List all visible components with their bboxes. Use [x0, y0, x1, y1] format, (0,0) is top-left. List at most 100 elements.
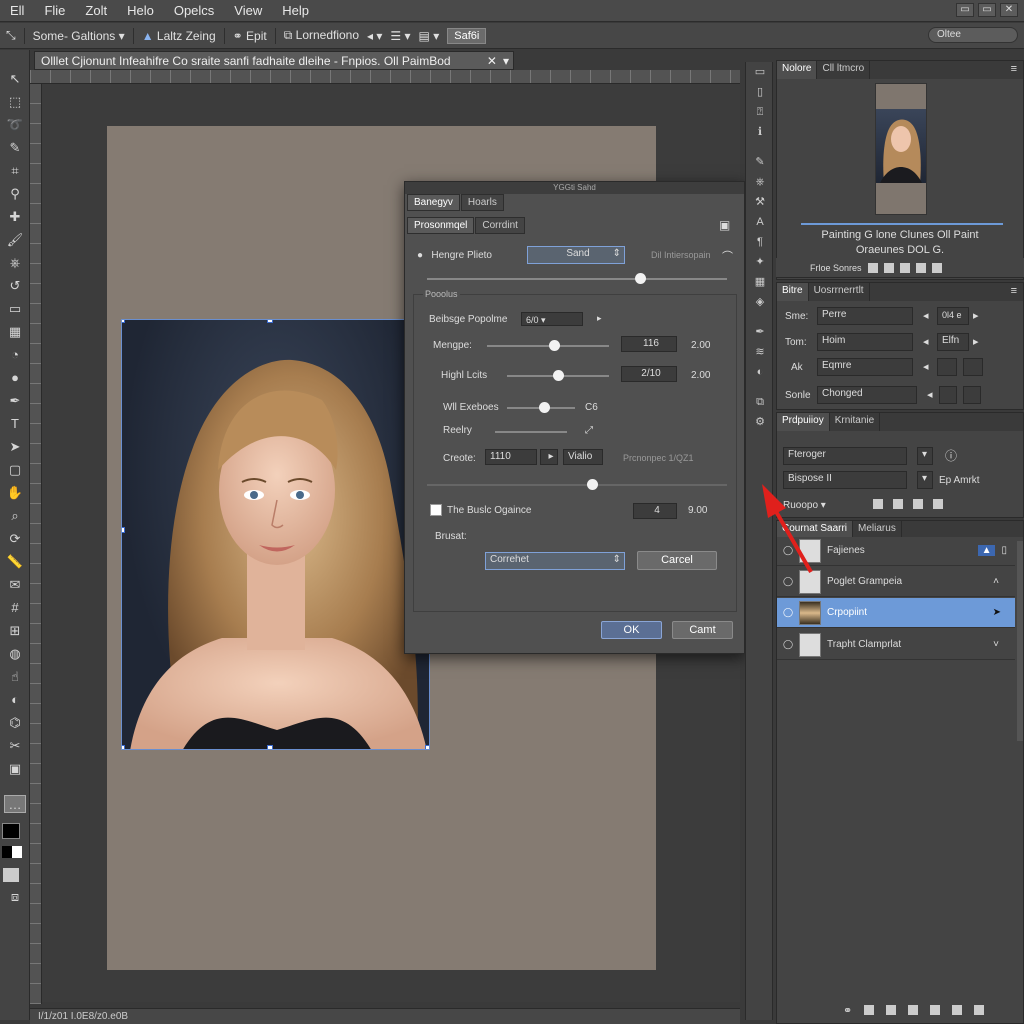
buslc-checkbox[interactable] [430, 504, 442, 516]
ak-swatch[interactable] [937, 358, 957, 376]
arrow-left-icon[interactable]: ◂ ▾ [367, 29, 382, 43]
folder-icon[interactable] [893, 499, 903, 509]
eraser-icon[interactable]: ▭ [4, 300, 26, 318]
copy-icon[interactable] [913, 499, 923, 509]
blend-select[interactable]: 6/0 ▾ [521, 312, 583, 326]
scale-swatch-2[interactable] [963, 386, 981, 404]
count-icon[interactable]: # [4, 599, 26, 617]
paragraph-icon[interactable]: ¶ [752, 234, 768, 250]
shape-icon[interactable]: ▢ [4, 461, 26, 479]
subtab-preset[interactable]: Prosonmqel [407, 217, 475, 234]
transform-handle[interactable] [122, 320, 125, 323]
menu-help-1[interactable]: Helo [117, 3, 164, 18]
gradient-icon[interactable]: ▦ [4, 323, 26, 341]
tab-character[interactable]: Bitre [777, 283, 809, 301]
create-extra[interactable]: Vialio [563, 449, 603, 465]
transform-handle[interactable] [267, 745, 273, 749]
libraries-icon[interactable]: ⧉ [752, 394, 768, 410]
arrow-icon[interactable]: ▸ [973, 309, 979, 322]
patch-icon[interactable]: ⌬ [4, 714, 26, 732]
menu-file[interactable]: Flie [34, 3, 75, 18]
default-colors-icon[interactable] [2, 846, 12, 858]
properties-select-1[interactable]: Fteroger [783, 447, 907, 465]
save-icon[interactable]: ▣ [719, 218, 730, 232]
fit-icon[interactable] [899, 262, 910, 273]
play-icon[interactable]: ▸ [597, 313, 602, 324]
expand-icon[interactable]: ⤢ [585, 425, 593, 436]
arrow-icon[interactable]: ◂ [923, 360, 929, 373]
healing-icon[interactable]: ✚ [4, 208, 26, 226]
wall-slider[interactable] [507, 402, 575, 413]
type-icon[interactable]: T [4, 415, 26, 433]
portrait-image[interactable] [121, 319, 430, 750]
group-icon[interactable] [930, 1005, 941, 1015]
burn-icon[interactable]: ◐ [4, 691, 26, 709]
marquee-icon[interactable]: ⬚ [4, 93, 26, 111]
tab-banegyv[interactable]: Banegyv [407, 194, 460, 211]
path-select-icon[interactable]: ➤ [4, 438, 26, 456]
slider-knob[interactable] [587, 479, 598, 490]
arrow-icon[interactable]: ◂ [927, 388, 933, 401]
close-tab-icon[interactable]: ✕ [481, 54, 503, 68]
rotate-icon[interactable]: ⟳ [4, 530, 26, 548]
scale-select[interactable]: Chonged [817, 386, 917, 404]
zoom-out-icon[interactable] [867, 262, 878, 273]
brush-icon[interactable]: 🖌 [4, 231, 26, 249]
transform-handle[interactable] [122, 527, 125, 533]
slider-knob[interactable] [635, 273, 646, 284]
glyphs-icon[interactable]: ✦ [752, 254, 768, 270]
add-mask-icon[interactable] [886, 1005, 897, 1015]
note-icon[interactable]: ✉ [4, 576, 26, 594]
transform-handle[interactable] [267, 320, 273, 323]
tool-presets-icon[interactable]: ⚒ [752, 194, 768, 210]
menu-edit[interactable]: Zolt [75, 3, 117, 18]
navigator-icon[interactable]: ⍰ [752, 104, 768, 120]
ruler-icon[interactable]: 📏 [4, 553, 26, 571]
info-circle-icon[interactable]: ⓘ [945, 447, 957, 464]
new-layer-icon[interactable] [952, 1005, 963, 1015]
triangle-icon[interactable]: ▲ [977, 545, 996, 556]
tone-select[interactable]: Hoim [817, 333, 913, 351]
distribute-icon[interactable]: ▤ ▾ [419, 29, 440, 43]
secondary-slider[interactable] [427, 479, 727, 490]
link-layers-icon[interactable]: ⚭ [843, 1004, 852, 1017]
sponge-icon[interactable]: ◍ [4, 645, 26, 663]
new-fill-icon[interactable] [873, 499, 883, 509]
swatches-icon[interactable]: ▦ [752, 274, 768, 290]
brush-select[interactable]: Correhet ⇕ [485, 552, 625, 570]
maximize-button[interactable]: ▭ [978, 3, 996, 17]
styles-icon[interactable]: ◈ [752, 294, 768, 310]
delete-layer-icon[interactable] [974, 1005, 985, 1015]
transform-handle[interactable] [425, 745, 429, 749]
menu-options[interactable]: Opelcs [164, 3, 224, 18]
margin-slider[interactable] [487, 340, 609, 351]
mode-option[interactable]: ▲ Laltz Zeing [142, 29, 216, 43]
tone-field[interactable]: Elfn [937, 333, 969, 351]
create-field[interactable]: 1110 [485, 449, 537, 465]
height-field[interactable]: 2/10 [621, 366, 677, 382]
stepper-button[interactable]: ▸ [540, 449, 558, 465]
edit-toolbar-icon[interactable]: … [4, 795, 26, 813]
swap-colors-icon[interactable] [12, 846, 22, 858]
quick-select-icon[interactable]: ✎ [4, 139, 26, 157]
fx-icon[interactable] [864, 1005, 875, 1015]
tab-hoarls[interactable]: Hoarls [460, 194, 504, 211]
hand-icon[interactable]: ✋ [4, 484, 26, 502]
size-field[interactable]: 0l4 e [937, 307, 969, 325]
tab-paragraph[interactable]: Uosrrnerrtlt [808, 283, 870, 301]
slice-icon[interactable]: ✂ [4, 737, 26, 755]
move-icon[interactable]: ↖ [4, 70, 26, 88]
arrow-icon[interactable]: ◂ [923, 335, 929, 348]
chevron-up-icon[interactable]: ˄ [993, 576, 999, 587]
brush-settings-icon[interactable]: ✎ [752, 154, 768, 170]
screen-mode-icon[interactable]: ⧈ [4, 888, 26, 906]
layer-row[interactable]: ◯ Trapht Clamprlat ˅ [777, 630, 1015, 660]
cancel-inner-button[interactable]: Carcel [637, 551, 717, 570]
frame-icon[interactable]: ⊞ [4, 622, 26, 640]
scale-swatch[interactable] [939, 386, 957, 404]
foreground-color-swatch[interactable] [2, 823, 20, 839]
ready-slider[interactable] [495, 431, 567, 433]
dodge-icon[interactable]: ● [4, 369, 26, 387]
preset-dropdown[interactable]: Some- Galtions ▾ [33, 29, 125, 43]
panel-menu-icon[interactable]: ≡ [1005, 61, 1023, 79]
